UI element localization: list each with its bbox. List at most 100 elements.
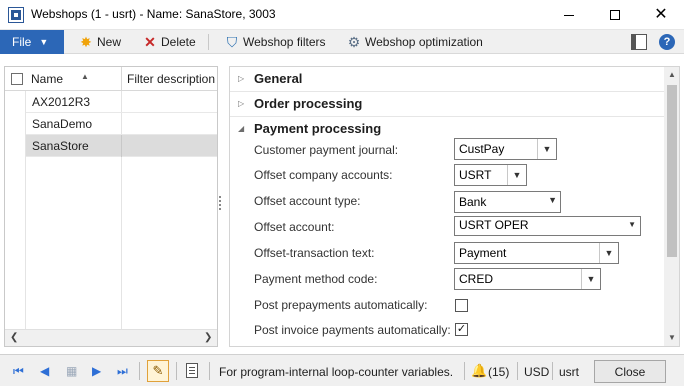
fasttab-general[interactable]: ▷ General [230, 67, 664, 92]
payment-method-code-field[interactable]: CRED ▼ [454, 268, 601, 290]
table-row[interactable]: AX2012R3 [26, 91, 217, 113]
select-all-checkbox[interactable] [11, 73, 23, 85]
edit-mode-button[interactable]: ✎ [147, 360, 169, 382]
delete-button[interactable]: ✕ Delete [142, 30, 196, 54]
table-row-selected[interactable]: SanaStore [26, 135, 217, 157]
row-name: SanaStore [32, 139, 89, 153]
status-divider [464, 362, 465, 380]
previous-record-icon[interactable]: ◀ [40, 364, 49, 378]
fasttab-order-processing[interactable]: ▷ Order processing [230, 92, 664, 117]
notification-count[interactable]: (15) [488, 365, 509, 379]
expand-triangle-icon: ▷ [238, 74, 245, 83]
column-header-filter-description[interactable]: Filter description [127, 72, 215, 86]
sort-ascending-icon: ▲ [81, 72, 89, 81]
new-button[interactable]: ✸ New [78, 30, 121, 54]
close-button[interactable]: Close [594, 360, 666, 383]
row-name: SanaDemo [32, 117, 93, 131]
scroll-left-icon[interactable]: ❮ [10, 332, 18, 343]
status-divider [209, 362, 210, 380]
toolbar-divider [208, 34, 209, 50]
offset-account-type-label: Offset account type: [254, 194, 361, 208]
document-icon[interactable] [186, 363, 198, 378]
status-divider [176, 362, 177, 380]
caret-down-icon[interactable]: ▼ [628, 220, 636, 229]
webshop-filters-button[interactable]: ⛉ Webshop filters [224, 30, 326, 54]
delete-icon: ✕ [144, 33, 156, 50]
webshop-optimization-label: Webshop optimization [365, 35, 483, 49]
field-value: CustPay [459, 142, 505, 156]
status-bar: ⏮ ◀ ▦ ▶ ⏭ ✎ For program-internal loop-co… [0, 354, 684, 386]
chevron-down-icon[interactable]: ▼ [599, 243, 618, 263]
app-icon [8, 7, 24, 23]
maximize-button[interactable] [592, 0, 638, 30]
field-value: CRED [459, 272, 494, 286]
column-divider [121, 67, 122, 91]
preview-pane-icon[interactable] [631, 34, 647, 50]
close-icon: ✕ [654, 6, 668, 23]
expand-triangle-icon: ▷ [238, 99, 245, 108]
file-menu-label: File [12, 35, 32, 49]
status-divider [517, 362, 518, 380]
table-row[interactable]: SanaDemo [26, 113, 217, 135]
field-value: USRT [459, 168, 492, 182]
next-record-icon[interactable]: ▶ [92, 364, 101, 378]
offset-account-type-select[interactable]: Bank ▼ [454, 191, 561, 213]
fasttab-label: General [254, 71, 303, 86]
checkmark-icon: ✓ [456, 323, 467, 335]
bell-icon[interactable]: 🔔 [471, 363, 487, 379]
payment-method-code-label: Payment method code: [254, 272, 378, 286]
close-window-button[interactable]: ✕ [638, 0, 684, 30]
details-form: ▷ General ▷ Order processing ◢ Payment p… [229, 66, 680, 347]
close-button-label: Close [614, 364, 646, 379]
horizontal-scrollbar[interactable]: ❮ ❯ [5, 329, 217, 346]
offset-account-field[interactable]: USRT OPER ▼ [454, 216, 641, 236]
status-divider [552, 362, 553, 380]
grid-header: Name ▲ Filter description [5, 67, 217, 91]
maximize-icon [610, 10, 620, 20]
row-name: AX2012R3 [32, 95, 91, 109]
chevron-down-icon: ▼ [548, 195, 557, 205]
offset-company-accounts-label: Offset company accounts: [254, 168, 393, 182]
scroll-right-icon[interactable]: ❯ [204, 332, 212, 343]
title-bar: Webshops (1 - usrt) - Name: SanaStore, 3… [0, 0, 684, 30]
company-indicator: usrt [559, 365, 580, 379]
chevron-down-icon[interactable]: ▼ [581, 269, 600, 289]
first-record-icon[interactable]: ⏮ [13, 364, 24, 379]
scroll-down-icon[interactable]: ▼ [668, 333, 676, 342]
post-prepayments-checkbox[interactable] [455, 299, 468, 312]
minimize-button[interactable] [546, 0, 592, 30]
offset-company-accounts-field[interactable]: USRT ▼ [454, 164, 527, 186]
customer-payment-journal-field[interactable]: CustPay ▼ [454, 138, 557, 160]
post-prepayments-label: Post prepayments automatically: [254, 298, 428, 312]
offset-transaction-text-field[interactable]: Payment ▼ [454, 242, 619, 264]
vertical-scrollbar[interactable]: ▲ ▼ [664, 67, 679, 346]
customer-payment-journal-label: Customer payment journal: [254, 143, 399, 157]
chevron-down-icon[interactable]: ▼ [507, 165, 526, 185]
webshop-grid: Name ▲ Filter description AX2012R3 SanaD… [4, 66, 218, 347]
field-value: Bank [459, 195, 487, 209]
field-value: Payment [459, 246, 507, 260]
collapse-triangle-icon: ◢ [238, 124, 245, 133]
delete-button-label: Delete [161, 35, 196, 49]
pencil-icon: ✎ [152, 363, 164, 378]
webshop-optimization-button[interactable]: ⚙ Webshop optimization [346, 30, 483, 54]
scrollbar-thumb[interactable] [667, 85, 677, 257]
chevron-down-icon[interactable]: ▼ [537, 139, 556, 159]
record-list-icon[interactable]: ▦ [66, 364, 77, 378]
webshop-filters-label: Webshop filters [243, 35, 326, 49]
fasttab-payment-processing[interactable]: ◢ Payment processing [230, 117, 664, 142]
file-menu-button[interactable]: File ▼ [0, 30, 64, 54]
new-star-icon: ✸ [80, 33, 92, 50]
minimize-icon [564, 14, 574, 16]
splitter-handle[interactable] [219, 196, 222, 214]
scroll-up-icon[interactable]: ▲ [668, 70, 676, 79]
help-icon[interactable]: ? [659, 34, 675, 50]
action-pane: File ▼ ✸ New ✕ Delete ⛉ Webshop filters … [0, 30, 684, 54]
fasttab-label: Order processing [254, 96, 363, 111]
window-title: Webshops (1 - usrt) - Name: SanaStore, 3… [31, 7, 276, 21]
post-invoice-payments-label: Post invoice payments automatically: [254, 323, 451, 337]
last-record-icon[interactable]: ⏭ [117, 364, 128, 379]
column-header-name[interactable]: Name [31, 72, 63, 86]
new-button-label: New [97, 35, 122, 49]
post-invoice-payments-checkbox[interactable]: ✓ [455, 323, 468, 336]
